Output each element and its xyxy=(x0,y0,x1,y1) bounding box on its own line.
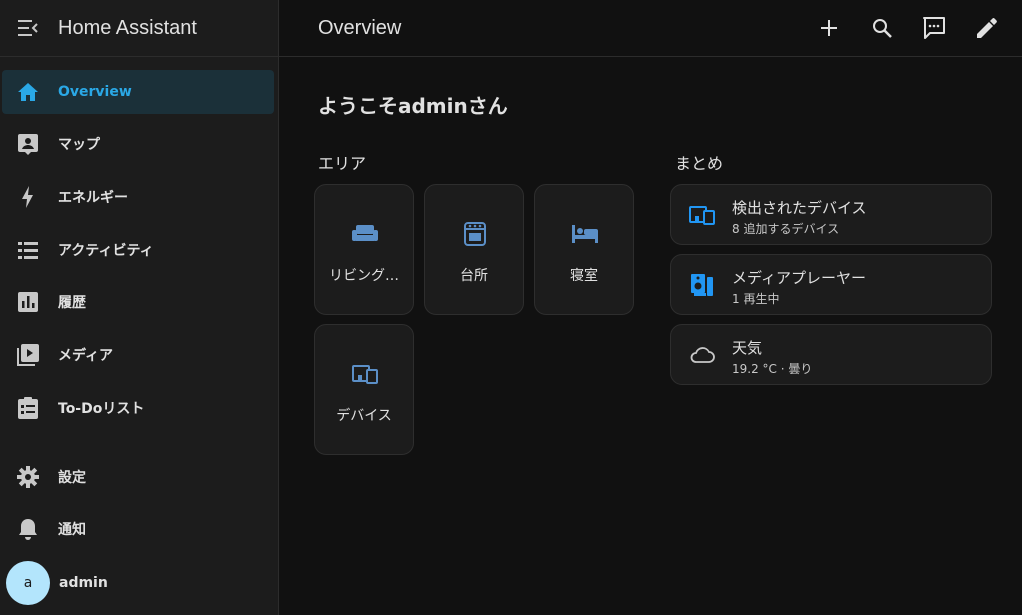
bed-icon xyxy=(572,221,598,247)
sidebar-item-label: メディア xyxy=(58,348,114,364)
search-icon[interactable] xyxy=(868,14,896,42)
sidebar-item-label: Overview xyxy=(58,84,132,100)
summary-subtitle: 8 追加するデバイス xyxy=(732,222,840,236)
sidebar-item-label: アクティビティ xyxy=(58,243,154,259)
map-icon xyxy=(16,132,40,156)
app-title: Home Assistant xyxy=(58,16,197,39)
chart-icon xyxy=(16,290,40,314)
sidebar-item-label: 履歴 xyxy=(58,295,86,311)
sidebar-item-notifications[interactable]: 通知 xyxy=(2,507,274,551)
sidebar-header: Home Assistant xyxy=(0,0,278,57)
summary-subtitle: 1 再生中 xyxy=(732,292,780,306)
summary-card-weather[interactable]: 天気 19.2 °C · 曇り xyxy=(670,324,992,385)
user-name: admin xyxy=(59,575,108,591)
menu-toggle-icon[interactable] xyxy=(16,16,40,40)
area-label: 寝室 xyxy=(570,268,598,284)
media-icon xyxy=(16,343,40,367)
sidebar-item-label: 設定 xyxy=(58,470,86,486)
sidebar-user[interactable]: a admin xyxy=(2,561,274,605)
area-card-kitchen[interactable]: 台所 xyxy=(424,184,524,315)
add-icon[interactable] xyxy=(815,14,843,42)
summary-card-media-players[interactable]: メディアプレーヤー 1 再生中 xyxy=(670,254,992,315)
sidebar-item-history[interactable]: 履歴 xyxy=(2,280,274,324)
area-card-living[interactable]: リビング… xyxy=(314,184,414,315)
gear-icon xyxy=(16,465,40,489)
sidebar-item-settings[interactable]: 設定 xyxy=(2,455,274,499)
sidebar-item-activity[interactable]: アクティビティ xyxy=(2,228,274,272)
area-label: デバイス xyxy=(336,408,392,424)
summary-title: メディアプレーヤー xyxy=(732,269,866,287)
sidebar-item-media[interactable]: メディア xyxy=(2,333,274,377)
sidebar-item-label: マップ xyxy=(58,137,100,153)
sidebar-item-energy[interactable]: エネルギー xyxy=(2,175,274,219)
stove-icon xyxy=(462,221,488,247)
sidebar-item-label: 通知 xyxy=(58,522,86,538)
bell-icon xyxy=(16,517,40,541)
speaker-icon xyxy=(689,272,715,298)
sidebar-item-todo[interactable]: To-Doリスト xyxy=(2,386,274,430)
areas-section-title: エリア xyxy=(318,154,367,173)
lightning-icon xyxy=(16,185,40,209)
area-label: リビング… xyxy=(329,268,399,284)
summary-title: 天気 xyxy=(732,339,763,357)
area-card-devices[interactable]: デバイス xyxy=(314,324,414,455)
summary-subtitle: 19.2 °C · 曇り xyxy=(732,362,813,376)
summary-section-title: まとめ xyxy=(675,154,724,173)
sidebar: Home Assistant Overview マップ エネルギー アクティビテ… xyxy=(0,0,279,615)
home-icon xyxy=(16,80,40,104)
cloud-icon xyxy=(689,342,715,368)
sofa-icon xyxy=(352,221,378,247)
welcome-heading: ようこそadminさん xyxy=(318,94,508,118)
sidebar-item-overview[interactable]: Overview xyxy=(2,70,274,114)
top-bar: Overview xyxy=(279,0,1022,57)
area-card-bedroom[interactable]: 寝室 xyxy=(534,184,634,315)
assist-icon[interactable] xyxy=(920,14,948,42)
edit-icon[interactable] xyxy=(973,14,1001,42)
devices-icon xyxy=(352,361,378,387)
summary-title: 検出されたデバイス xyxy=(732,199,867,217)
sidebar-item-map[interactable]: マップ xyxy=(2,122,274,166)
avatar: a xyxy=(6,561,50,605)
area-label: 台所 xyxy=(460,268,488,284)
sidebar-item-label: エネルギー xyxy=(58,190,128,206)
summary-card-discovered-devices[interactable]: 検出されたデバイス 8 追加するデバイス xyxy=(670,184,992,245)
devices-icon xyxy=(689,202,715,228)
clipboard-icon xyxy=(16,396,40,420)
page-title: Overview xyxy=(318,16,402,39)
sidebar-item-label: To-Doリスト xyxy=(58,401,145,417)
list-icon xyxy=(16,238,40,262)
